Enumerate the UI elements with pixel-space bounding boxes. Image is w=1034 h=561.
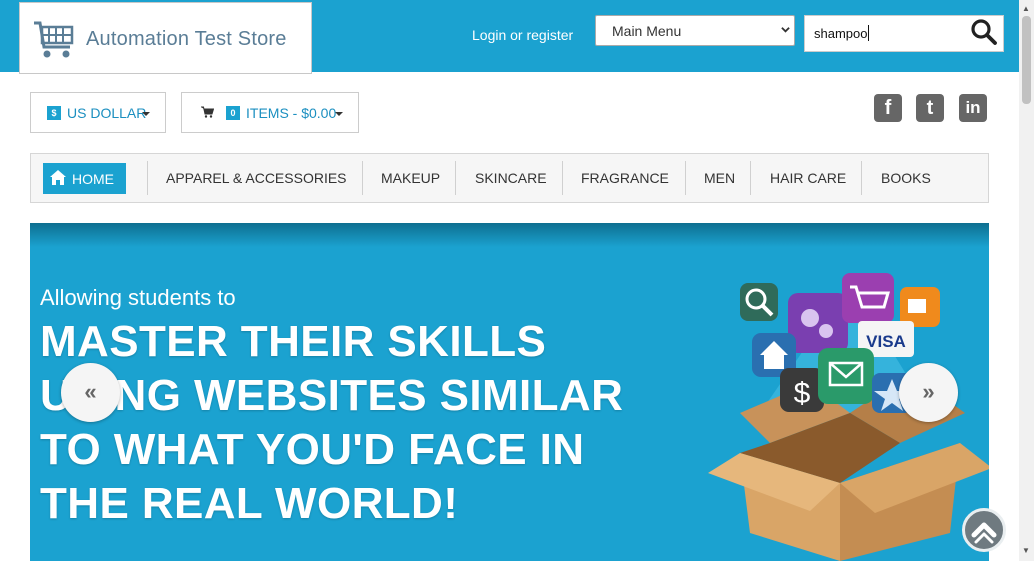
nav-divider — [562, 161, 563, 195]
scroll-up-arrow-icon[interactable]: ▲ — [1022, 4, 1030, 13]
scroll-thumb[interactable] — [1022, 16, 1031, 104]
currency-dropdown[interactable]: $ US DOLLAR — [30, 92, 166, 133]
login-register-link[interactable]: Login or register — [472, 27, 573, 43]
carousel-next-button[interactable]: » — [899, 363, 958, 422]
chevron-down-icon — [142, 112, 150, 116]
visa-text: VISA — [866, 332, 906, 351]
nav-item-fragrance[interactable]: FRAGRANCE — [581, 170, 669, 186]
nav-item-apparel[interactable]: APPAREL & ACCESSORIES — [166, 170, 347, 186]
facebook-glyph: f — [884, 97, 892, 119]
linkedin-icon[interactable]: in — [959, 94, 987, 122]
logo-text: Automation Test Store — [86, 28, 287, 50]
carousel-prev-button[interactable]: « — [61, 363, 120, 422]
banner-line-3: TO WHAT YOU'D FACE IN — [40, 425, 585, 474]
banner-shadow — [30, 223, 989, 247]
text-cursor — [868, 25, 869, 41]
facebook-icon[interactable]: f — [874, 94, 902, 122]
nav-item-books[interactable]: BOOKS — [881, 170, 931, 186]
cart-label: ITEMS - $0.00 — [246, 105, 337, 121]
search-value: shampoo — [814, 26, 868, 41]
twitter-glyph: t — [926, 97, 934, 119]
linkedin-glyph: in — [965, 98, 981, 117]
banner-headline: MASTER THEIR SKILLS USING WEBSITES SIMIL… — [40, 315, 623, 531]
cart-count-badge: 0 — [226, 106, 240, 120]
store-logo[interactable]: Automation Test Store — [19, 2, 312, 74]
banner-line-4: THE REAL WORLD! — [40, 479, 459, 528]
nav-item-skincare[interactable]: SKINCARE — [475, 170, 547, 186]
nav-divider — [362, 161, 363, 195]
back-to-top-button[interactable] — [962, 508, 1006, 552]
nav-item-men[interactable]: MEN — [704, 170, 735, 186]
search-icon[interactable] — [970, 18, 998, 46]
nav-divider — [750, 161, 751, 195]
nav-divider — [685, 161, 686, 195]
chevron-up-icon — [971, 522, 997, 544]
banner-line-2: USING WEBSITES SIMILAR — [40, 371, 624, 420]
home-icon — [50, 170, 66, 185]
nav-divider — [861, 161, 862, 195]
nav-item-hair-care[interactable]: HAIR CARE — [770, 170, 846, 186]
nav-home-label: HOME — [72, 171, 114, 187]
nav-home[interactable]: HOME — [43, 163, 126, 194]
nav-item-makeup[interactable]: MAKEUP — [381, 170, 440, 186]
chevron-down-icon — [335, 112, 343, 116]
nav-divider — [147, 161, 148, 195]
cart-logo-icon — [34, 21, 74, 58]
shopping-cart-icon — [201, 106, 214, 118]
twitter-icon[interactable]: t — [916, 94, 944, 122]
page-scrollbar[interactable]: ▲ ▼ — [1019, 0, 1034, 561]
main-menu-value: Main Menu — [612, 23, 682, 39]
svg-text:$: $ — [794, 377, 811, 410]
banner-line-1: MASTER THEIR SKILLS — [40, 317, 547, 366]
scroll-down-arrow-icon[interactable]: ▼ — [1022, 546, 1030, 555]
currency-badge: $ — [47, 106, 61, 120]
cart-dropdown[interactable]: 0 ITEMS - $0.00 — [181, 92, 359, 133]
hero-banner[interactable]: Allowing students to MASTER THEIR SKILLS… — [30, 223, 989, 561]
currency-label: US DOLLAR — [67, 105, 147, 121]
chevron-down-icon — [781, 27, 790, 33]
main-menu-select[interactable]: Main Menu — [595, 15, 795, 46]
nav-divider — [455, 161, 456, 195]
category-nav: HOME APPAREL & ACCESSORIES MAKEUP SKINCA… — [30, 153, 989, 203]
banner-subtitle: Allowing students to — [40, 285, 236, 310]
